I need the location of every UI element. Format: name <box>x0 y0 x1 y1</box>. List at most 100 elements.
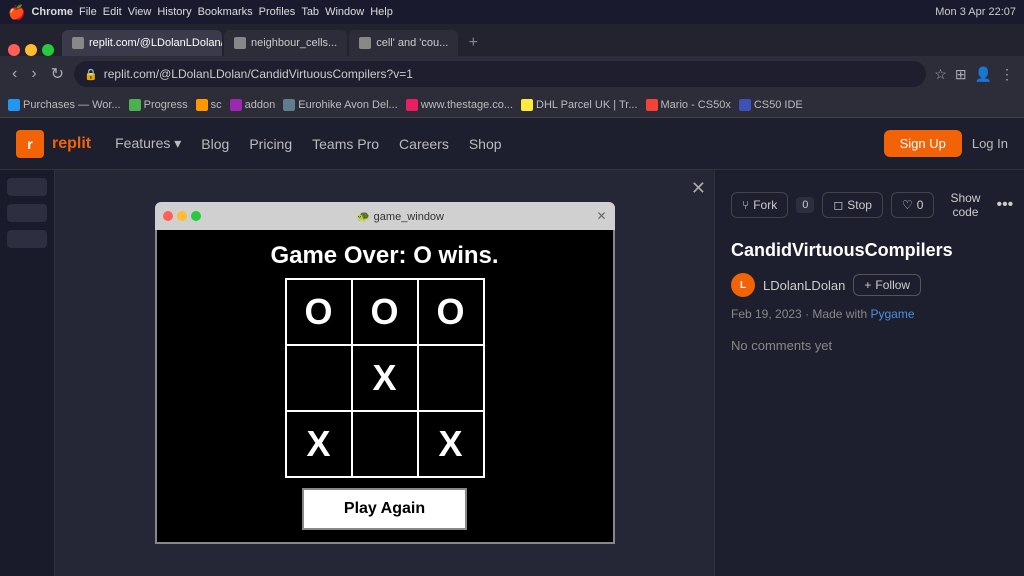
replit-nav-links: Features ▾ Blog Pricing Teams Pro Career… <box>115 135 501 152</box>
game-window: Game Over: O wins. O O O X X X Play Agai… <box>155 230 615 544</box>
nav-features[interactable]: Features ▾ <box>115 135 181 152</box>
panel-close-button[interactable]: ✕ <box>691 178 706 199</box>
follow-button[interactable]: + Follow <box>853 274 921 296</box>
tab-menu[interactable]: Tab <box>301 6 319 18</box>
tab-2-label: neighbour_cells... <box>251 37 337 49</box>
game-panel: ✕ 🐢 game_window ✕ Game Over: O wins. O O… <box>55 170 714 576</box>
cell-2-1 <box>353 412 417 476</box>
win-x-icon[interactable]: ✕ <box>596 209 606 223</box>
comments-section: No comments yet <box>731 337 1008 355</box>
profiles-menu[interactable]: Profiles <box>259 6 296 18</box>
window-close-button[interactable] <box>8 44 20 56</box>
edit-menu[interactable]: Edit <box>103 6 122 18</box>
like-button[interactable]: ♡ 0 <box>891 192 934 218</box>
left-sidebar <box>0 170 55 576</box>
os-menubar: 🍎 Chrome File Edit View History Bookmark… <box>0 0 1024 24</box>
login-button[interactable]: Log In <box>972 136 1008 151</box>
window-traffic-lights <box>163 211 201 221</box>
new-tab-button[interactable]: + <box>460 30 486 56</box>
game-window-chrome: 🐢 game_window ✕ <box>155 202 615 230</box>
follow-label: Follow <box>875 278 910 292</box>
browser-chrome: replit.com/@LDolanLDolan/Can... ✕ neighb… <box>0 24 1024 119</box>
nav-shop[interactable]: Shop <box>469 136 502 152</box>
pygame-link[interactable]: Pygame <box>870 307 914 321</box>
fork-count: 0 <box>796 197 814 213</box>
help-menu[interactable]: Help <box>370 6 393 18</box>
author-row: L LDolanLDolan + Follow <box>731 273 1008 297</box>
tab-2[interactable]: neighbour_cells... <box>224 30 347 56</box>
extensions-button[interactable]: ⊞ <box>953 64 969 85</box>
bookmark-progress[interactable]: Progress <box>129 99 188 111</box>
file-menu[interactable]: File <box>79 6 97 18</box>
history-menu[interactable]: History <box>157 6 191 18</box>
project-toolbar: ⑂ Fork 0 ◻ Stop ♡ 0 Show code ••• <box>731 186 1008 224</box>
fork-icon: ⑂ <box>742 198 749 212</box>
bookmark-purchases[interactable]: Purchases — Wor... <box>8 99 121 111</box>
tab-favicon <box>72 37 84 49</box>
menu-button[interactable]: ⋮ <box>998 64 1016 85</box>
back-button[interactable]: ‹ <box>8 63 21 85</box>
bookmark-mario[interactable]: Mario - CS50x <box>646 99 731 111</box>
cell-1-1: X <box>353 346 417 410</box>
project-title: CandidVirtuousCompilers <box>731 240 1008 261</box>
url-text: replit.com/@LDolanLDolan/CandidVirtuousC… <box>104 67 413 81</box>
tab-3-label: cell' and 'cou... <box>376 37 448 49</box>
cell-1-2 <box>419 346 483 410</box>
bookmark-cs50ide[interactable]: CS50 IDE <box>739 99 803 111</box>
window-maximize-button[interactable] <box>42 44 54 56</box>
fork-button[interactable]: ⑂ Fork <box>731 192 788 218</box>
stop-label: Stop <box>847 198 872 212</box>
apple-menu-icon[interactable]: 🍎 <box>8 4 25 21</box>
made-with-text: · Made with <box>805 307 870 321</box>
app-name[interactable]: Chrome <box>31 6 73 18</box>
bookmark-dhl[interactable]: DHL Parcel UK | Tr... <box>521 99 637 111</box>
bookmarks-menu[interactable]: Bookmarks <box>198 6 253 18</box>
win-minimize-icon[interactable] <box>177 211 187 221</box>
profile-button[interactable]: 👤 <box>973 64 994 85</box>
bookmark-sc[interactable]: sc <box>196 99 222 111</box>
nav-blog[interactable]: Blog <box>201 136 229 152</box>
sidebar-pill-3 <box>7 230 47 248</box>
view-menu[interactable]: View <box>128 6 152 18</box>
cell-0-1: O <box>353 280 417 344</box>
heart-icon: ♡ <box>902 198 913 212</box>
tab-3-favicon <box>359 37 371 49</box>
window-minimize-button[interactable] <box>25 44 37 56</box>
more-options-button[interactable]: ••• <box>996 196 1013 214</box>
bookmark-thestage[interactable]: www.thestage.co... <box>406 99 513 111</box>
bookmark-eurohike[interactable]: Eurohike Avon Del... <box>283 99 397 111</box>
win-close-icon[interactable] <box>163 211 173 221</box>
ssl-lock-icon: 🔒 <box>84 68 98 81</box>
nav-pricing[interactable]: Pricing <box>249 136 292 152</box>
signup-button[interactable]: Sign Up <box>884 130 962 157</box>
bookmarks-bar: Purchases — Wor... Progress sc addon Eur… <box>0 92 1024 118</box>
cell-0-2: O <box>419 280 483 344</box>
page-content: r replit Features ▾ Blog Pricing Teams P… <box>0 118 1024 576</box>
replit-nav-right: Sign Up Log In <box>884 130 1008 157</box>
forward-button[interactable]: › <box>27 63 40 85</box>
star-bookmark-button[interactable]: ☆ <box>932 64 949 85</box>
win-maximize-icon[interactable] <box>191 211 201 221</box>
replit-logo[interactable]: r replit <box>16 130 91 158</box>
author-name[interactable]: LDolanLDolan <box>763 278 845 293</box>
os-time: Mon 3 Apr 22:07 <box>935 6 1016 18</box>
show-code-button[interactable]: Show code <box>942 186 988 224</box>
sidebar-pill-2 <box>7 204 47 222</box>
nav-careers[interactable]: Careers <box>399 136 449 152</box>
fork-label: Fork <box>753 198 777 212</box>
tab-3[interactable]: cell' and 'cou... <box>349 30 458 56</box>
play-again-button[interactable]: Play Again <box>302 488 467 530</box>
window-menu[interactable]: Window <box>325 6 364 18</box>
tab-bar: replit.com/@LDolanLDolan/Can... ✕ neighb… <box>0 24 1024 56</box>
stop-button[interactable]: ◻ Stop <box>822 192 883 218</box>
replit-navbar: r replit Features ▾ Blog Pricing Teams P… <box>0 118 1024 170</box>
tab-2-favicon <box>234 37 246 49</box>
meta-row: Feb 19, 2023 · Made with Pygame <box>731 307 1008 321</box>
address-bar[interactable]: 🔒 replit.com/@LDolanLDolan/CandidVirtuou… <box>74 61 926 87</box>
tab-active[interactable]: replit.com/@LDolanLDolan/Can... ✕ <box>62 30 222 56</box>
reload-button[interactable]: ↻ <box>47 62 68 86</box>
info-panel: ⑂ Fork 0 ◻ Stop ♡ 0 Show code ••• Candid… <box>714 170 1024 576</box>
bookmark-addon[interactable]: addon <box>230 99 276 111</box>
cell-1-0 <box>287 346 351 410</box>
nav-teams-pro[interactable]: Teams Pro <box>312 136 379 152</box>
